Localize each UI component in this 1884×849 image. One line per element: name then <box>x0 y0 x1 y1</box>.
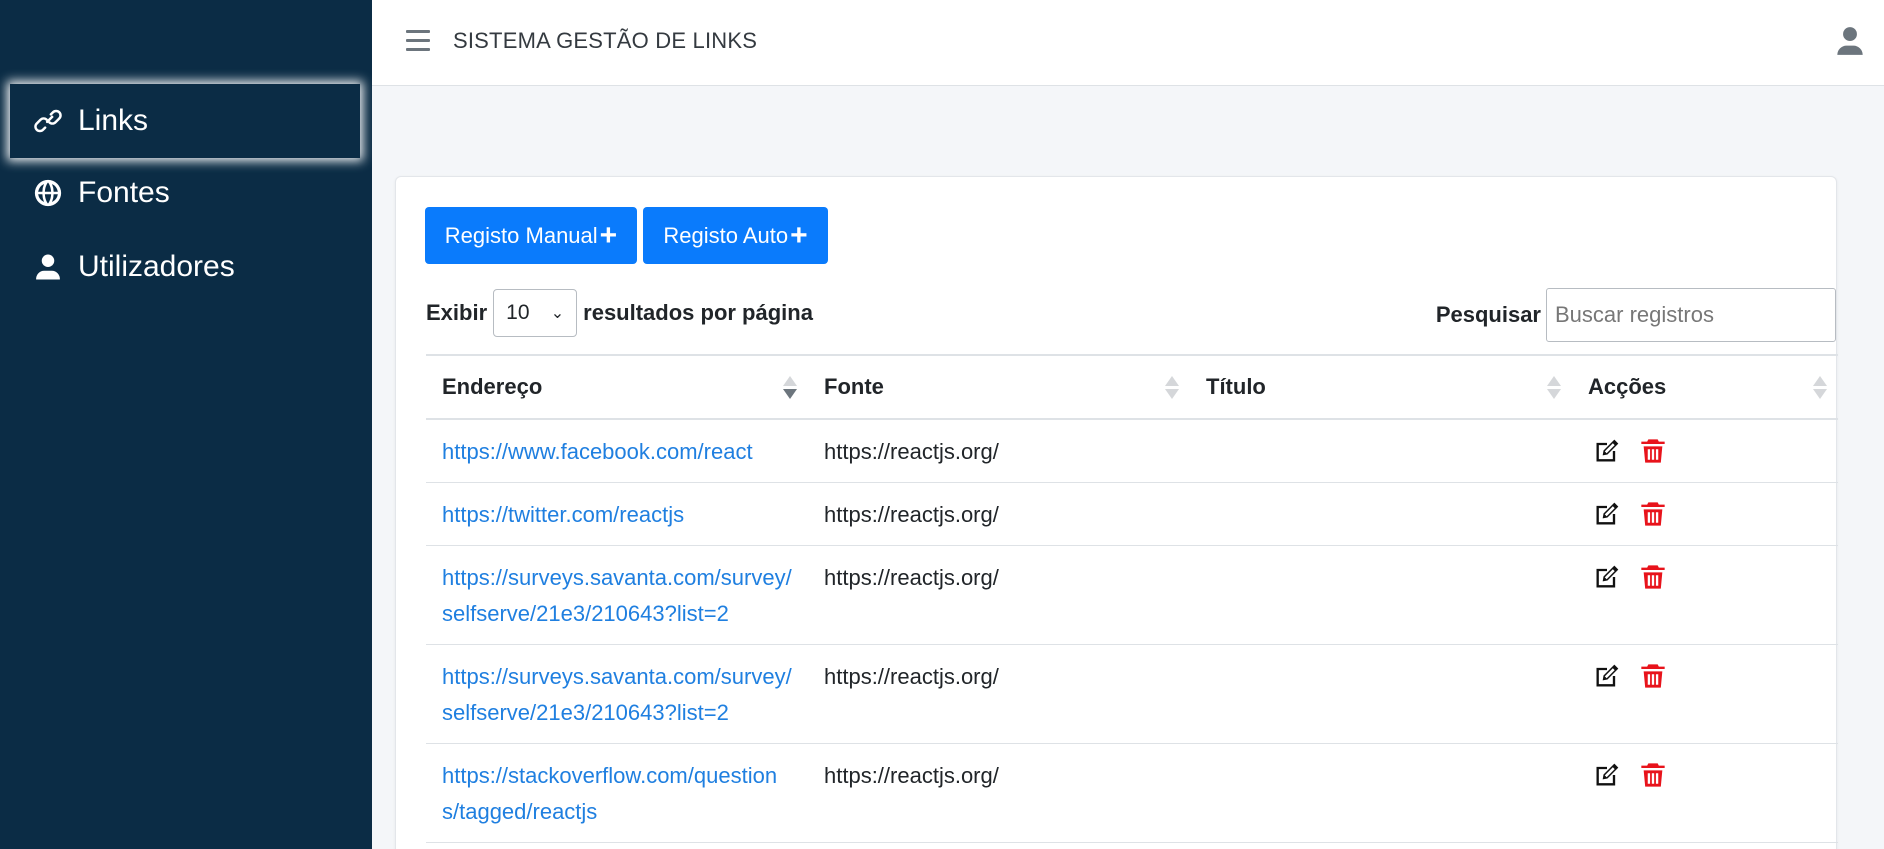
chevron-down-icon: ⌄ <box>550 305 565 322</box>
links-table: Endereço Fonte Título Acções https://www… <box>426 354 1838 843</box>
app: Links Fontes Utilizadores SISTEMA GESTÃO… <box>0 0 1884 849</box>
auto-register-button[interactable]: Registo Auto + <box>643 207 828 264</box>
column-label: Fonte <box>824 374 884 399</box>
edit-icon[interactable] <box>1592 760 1622 790</box>
plus-icon: + <box>790 218 808 252</box>
app-title: SISTEMA GESTÃO DE LINKS <box>453 28 758 53</box>
column-label: Título <box>1206 374 1266 399</box>
sort-icon <box>1547 376 1561 402</box>
button-label: Registo Auto <box>663 222 789 248</box>
fonte-cell: https://reactjs.org/ <box>824 439 999 464</box>
table-header: Endereço Fonte Título Acções <box>426 354 1838 420</box>
menu-toggle-icon[interactable] <box>406 30 430 52</box>
sidebar-item-utilizadores[interactable]: Utilizadores <box>10 230 360 304</box>
column-header-endereco[interactable]: Endereço <box>426 356 808 418</box>
endereco-link[interactable]: https://surveys.savanta.com/survey/selfs… <box>426 645 808 743</box>
table-row: https://www.facebook.com/react https://r… <box>426 420 1838 483</box>
sort-icon <box>1813 376 1827 402</box>
trash-icon[interactable] <box>1638 661 1668 691</box>
edit-icon[interactable] <box>1592 562 1622 592</box>
titulo-cell <box>1190 420 1572 482</box>
actions-cell <box>1572 744 1838 842</box>
titulo-cell <box>1190 744 1572 842</box>
sort-icon <box>1165 376 1179 402</box>
sort-icon <box>783 376 797 402</box>
endereco-link[interactable]: https://www.facebook.com/react <box>426 420 808 482</box>
user-icon <box>32 251 64 283</box>
sidebar-item-fontes[interactable]: Fontes <box>10 156 360 230</box>
endereco-link[interactable]: https://stackoverflow.com/questions/tagg… <box>426 744 808 842</box>
sidebar: Links Fontes Utilizadores <box>0 0 372 849</box>
fonte-cell: https://reactjs.org/ <box>824 565 999 590</box>
page-length-select[interactable]: 10 ⌄ <box>493 289 578 337</box>
fonte-cell: https://reactjs.org/ <box>824 763 999 788</box>
user-menu-icon[interactable] <box>1836 26 1866 56</box>
page-length-value: 10 <box>506 301 530 324</box>
topbar: SISTEMA GESTÃO DE LINKS <box>372 0 1884 86</box>
table-row: https://twitter.com/reactjs https://reac… <box>426 483 1838 546</box>
titulo-cell <box>1190 546 1572 644</box>
column-label: Acções <box>1588 374 1667 399</box>
search-control: Pesquisar <box>1436 288 1836 342</box>
table-row: https://surveys.savanta.com/survey/selfs… <box>426 546 1838 645</box>
trash-icon[interactable] <box>1638 499 1668 529</box>
sidebar-item-label: Links <box>78 104 149 137</box>
link-icon <box>32 105 64 137</box>
edit-icon[interactable] <box>1592 436 1622 466</box>
endereco-link[interactable]: https://surveys.savanta.com/survey/selfs… <box>426 546 808 644</box>
column-header-fonte[interactable]: Fonte <box>808 356 1190 418</box>
sidebar-item-label: Fontes <box>78 176 170 209</box>
actions-cell <box>1572 645 1838 743</box>
table-row: https://stackoverflow.com/questions/tagg… <box>426 744 1838 843</box>
actions-cell <box>1572 420 1838 482</box>
column-header-accoes[interactable]: Acções <box>1572 356 1838 418</box>
fonte-cell: https://reactjs.org/ <box>824 502 999 527</box>
length-prefix: Exibir <box>426 300 488 325</box>
search-label: Pesquisar <box>1435 302 1541 327</box>
endereco-link[interactable]: https://twitter.com/reactjs <box>426 483 808 545</box>
titulo-cell <box>1190 645 1572 743</box>
manual-register-button[interactable]: Registo Manual + <box>425 207 637 264</box>
table-body: https://www.facebook.com/react https://r… <box>426 420 1838 843</box>
titulo-cell <box>1190 483 1572 545</box>
actions-cell <box>1572 483 1838 545</box>
actions-cell <box>1572 546 1838 644</box>
globe-icon <box>32 177 64 209</box>
table-row: https://surveys.savanta.com/survey/selfs… <box>426 645 1838 744</box>
button-label: Registo Manual <box>444 222 598 248</box>
links-card: Registo Manual + Registo Auto + Exibir 10 … <box>395 176 1838 849</box>
sidebar-item-label: Utilizadores <box>78 250 235 283</box>
trash-icon[interactable] <box>1638 562 1668 592</box>
length-suffix: resultados por página <box>583 300 813 325</box>
column-label: Endereço <box>442 374 543 399</box>
trash-icon[interactable] <box>1638 760 1668 790</box>
edit-icon[interactable] <box>1592 661 1622 691</box>
plus-icon: + <box>599 218 618 252</box>
fonte-cell: https://reactjs.org/ <box>824 664 999 689</box>
search-input[interactable] <box>1546 288 1836 342</box>
page-length-control: Exibir 10 ⌄ resultados por página <box>426 288 813 338</box>
trash-icon[interactable] <box>1638 436 1668 466</box>
sidebar-item-links[interactable]: Links <box>10 84 360 158</box>
column-header-titulo[interactable]: Título <box>1190 356 1572 418</box>
edit-icon[interactable] <box>1592 499 1622 529</box>
